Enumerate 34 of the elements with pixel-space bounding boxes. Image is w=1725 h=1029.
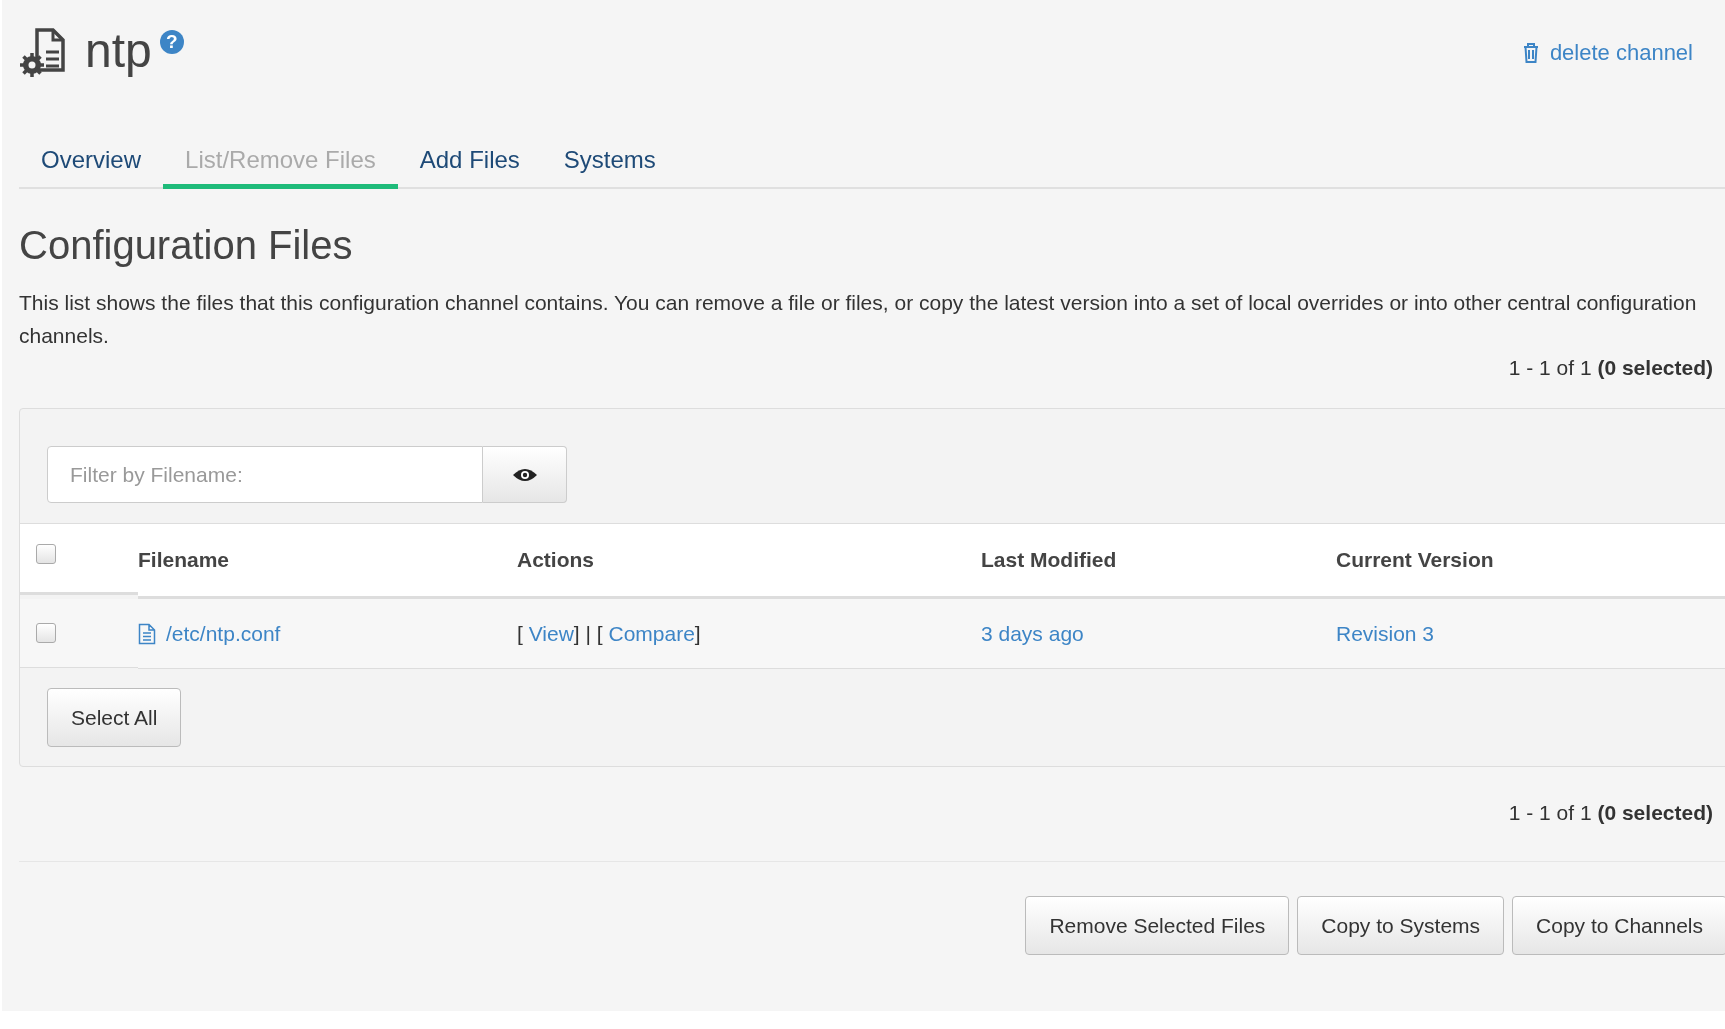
filter-field[interactable]: Filter by Filename:: [47, 446, 483, 503]
result-counter: 1 - 1 of 1 (0 selected): [1507, 356, 1714, 380]
result-counter: 1 - 1 of 1 (0 selected): [1507, 801, 1714, 825]
channel-title: ntp: [85, 23, 152, 79]
action-link[interactable]: View: [528, 621, 574, 646]
action-button[interactable]: Copy to Channels: [1512, 896, 1725, 955]
column-header: Current Version: [1336, 523, 1725, 599]
eye-icon: [511, 466, 538, 483]
column-header: Last Modified: [981, 523, 1336, 599]
file-icon: [138, 622, 156, 645]
tab[interactable]: Add Files: [397, 134, 542, 189]
delete-channel-link[interactable]: delete channel: [1521, 40, 1693, 66]
action-button[interactable]: Remove Selected Files: [1025, 896, 1290, 955]
last-modified-link[interactable]: 3 days ago: [981, 621, 1084, 646]
tab[interactable]: Systems: [541, 134, 678, 189]
revision-link[interactable]: Revision 3: [1336, 621, 1435, 646]
bracket-text: ]: [694, 621, 701, 646]
select-all-button[interactable]: Select All: [47, 688, 182, 747]
select-all-checkbox[interactable]: [36, 544, 56, 564]
section-title: Configuration Files: [19, 223, 354, 268]
row-checkbox[interactable]: [36, 623, 56, 643]
trash-icon: [1521, 42, 1540, 64]
filename-link[interactable]: /etc/ntp.conf: [166, 621, 281, 646]
show-filter-button[interactable]: [483, 446, 567, 503]
column-header: Actions: [517, 523, 981, 599]
help-icon[interactable]: ?: [159, 30, 184, 54]
tab[interactable]: Overview: [19, 134, 164, 189]
action-button[interactable]: Copy to Systems: [1297, 896, 1505, 955]
bracket-text: [: [517, 621, 524, 646]
action-link[interactable]: Compare: [608, 621, 695, 646]
description-text: This list shows the files that this configuration channel contains. You can remove a file or files, or copy the latest version into a set of local overrides or into other central configuration channels.: [19, 290, 1698, 349]
tab[interactable]: List/Remove Files: [163, 134, 398, 189]
bracket-text: ] | [: [573, 621, 604, 646]
column-header: Filename: [138, 523, 517, 599]
